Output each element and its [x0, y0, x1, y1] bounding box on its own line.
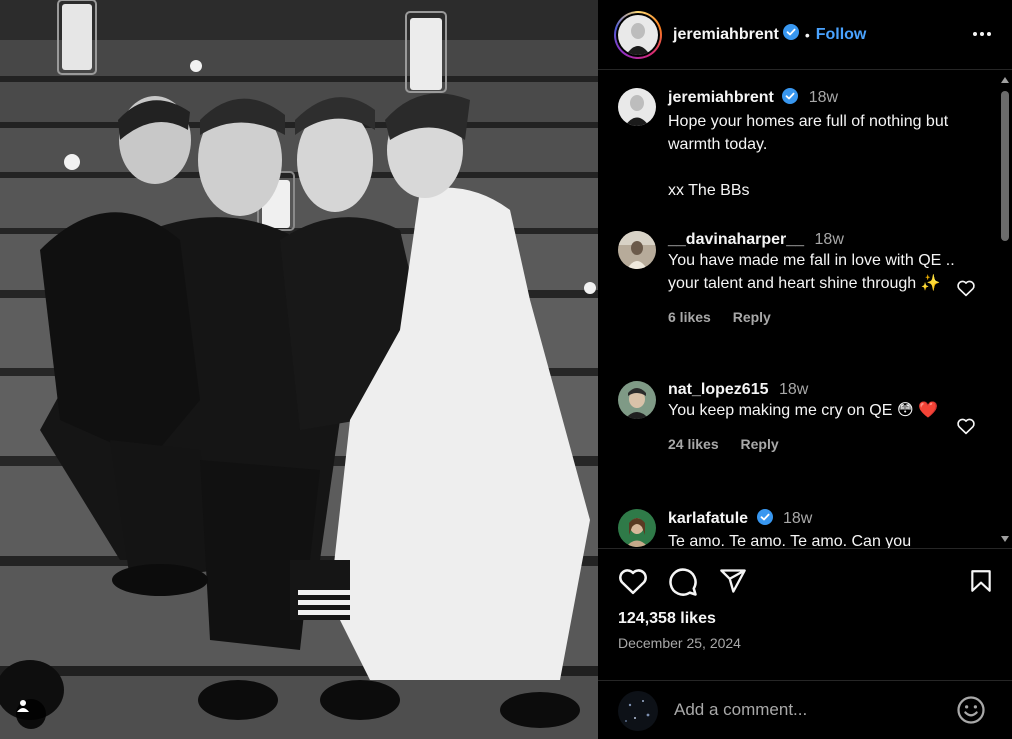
- bookmark-icon[interactable]: [968, 567, 994, 600]
- comment-text: You have made me fall in love with QE ..…: [668, 252, 955, 292]
- comment-age: 18w: [778, 381, 809, 398]
- heart-icon[interactable]: [956, 279, 976, 302]
- caption: jeremiahbrent 18w Hope your homes are fu…: [618, 88, 978, 208]
- verified-icon: [756, 509, 773, 530]
- caption-username[interactable]: jeremiahbrent: [668, 89, 774, 106]
- comments-scrollbar[interactable]: [998, 71, 1012, 548]
- caption-text: Hope your homes are full of nothing but …: [668, 113, 949, 199]
- heart-icon[interactable]: [618, 567, 648, 600]
- photo-illustration: [0, 0, 598, 739]
- comment-avatar[interactable]: [618, 231, 656, 269]
- comment-item: nat_lopez615 18w You keep making me cry …: [618, 381, 978, 491]
- author-username[interactable]: jeremiahbrent: [673, 26, 779, 44]
- comment-avatar[interactable]: [618, 509, 656, 547]
- more-icon[interactable]: [972, 22, 992, 51]
- caption-avatar[interactable]: [618, 88, 656, 126]
- verified-icon: [782, 88, 799, 109]
- post-side-panel: jeremiahbrent • Follow jeremiahbrent 18w: [598, 0, 1012, 739]
- comment-avatar[interactable]: [618, 381, 656, 419]
- user-tag-icon[interactable]: [16, 699, 46, 729]
- add-comment-bar: [598, 680, 1012, 739]
- caption-age: 18w: [808, 89, 839, 106]
- comment-username[interactable]: karlafatule: [668, 510, 748, 527]
- post-date: December 25, 2024: [618, 635, 741, 651]
- heart-icon[interactable]: [956, 417, 976, 440]
- post-actions: 124,358 likes December 25, 2024: [598, 548, 1012, 688]
- likes-count[interactable]: 124,358 likes: [618, 610, 716, 628]
- scroll-down-arrow-icon[interactable]: [1001, 536, 1009, 542]
- author-avatar[interactable]: [614, 10, 662, 59]
- comment-likes[interactable]: 6 likes: [668, 309, 711, 325]
- comment-text: You keep making me cry on QE 😳 ❤️: [668, 402, 938, 419]
- verified-icon: [782, 24, 799, 45]
- emoji-icon[interactable]: [956, 695, 986, 730]
- comment-username[interactable]: nat_lopez615: [668, 381, 768, 398]
- post-photo[interactable]: [0, 0, 598, 739]
- comments-list[interactable]: jeremiahbrent 18w Hope your homes are fu…: [598, 71, 998, 548]
- comment-text: Te amo. Te amo. Te amo. Can you: [668, 533, 912, 548]
- separator-dot: •: [804, 26, 810, 43]
- current-user-avatar: [618, 691, 658, 731]
- reply-button[interactable]: Reply: [741, 436, 779, 452]
- follow-button[interactable]: Follow: [816, 26, 867, 44]
- comment-item: __davinaharper__ 18w You have made me fa…: [618, 231, 978, 361]
- comment-age: 18w: [782, 510, 813, 527]
- comment-age: 18w: [814, 231, 844, 248]
- scroll-thumb[interactable]: [1001, 91, 1009, 241]
- reply-button[interactable]: Reply: [733, 309, 771, 325]
- comment-input[interactable]: [674, 697, 944, 723]
- comment-username[interactable]: __davinaharper__: [668, 231, 804, 248]
- post-header: jeremiahbrent • Follow: [598, 0, 1012, 70]
- comment-item: karlafatule 18w Te amo. Te amo. Te amo. …: [618, 509, 978, 548]
- comment-likes[interactable]: 24 likes: [668, 436, 719, 452]
- comment-icon[interactable]: [668, 567, 698, 602]
- scroll-up-arrow-icon[interactable]: [1001, 77, 1009, 83]
- share-icon[interactable]: [719, 567, 747, 600]
